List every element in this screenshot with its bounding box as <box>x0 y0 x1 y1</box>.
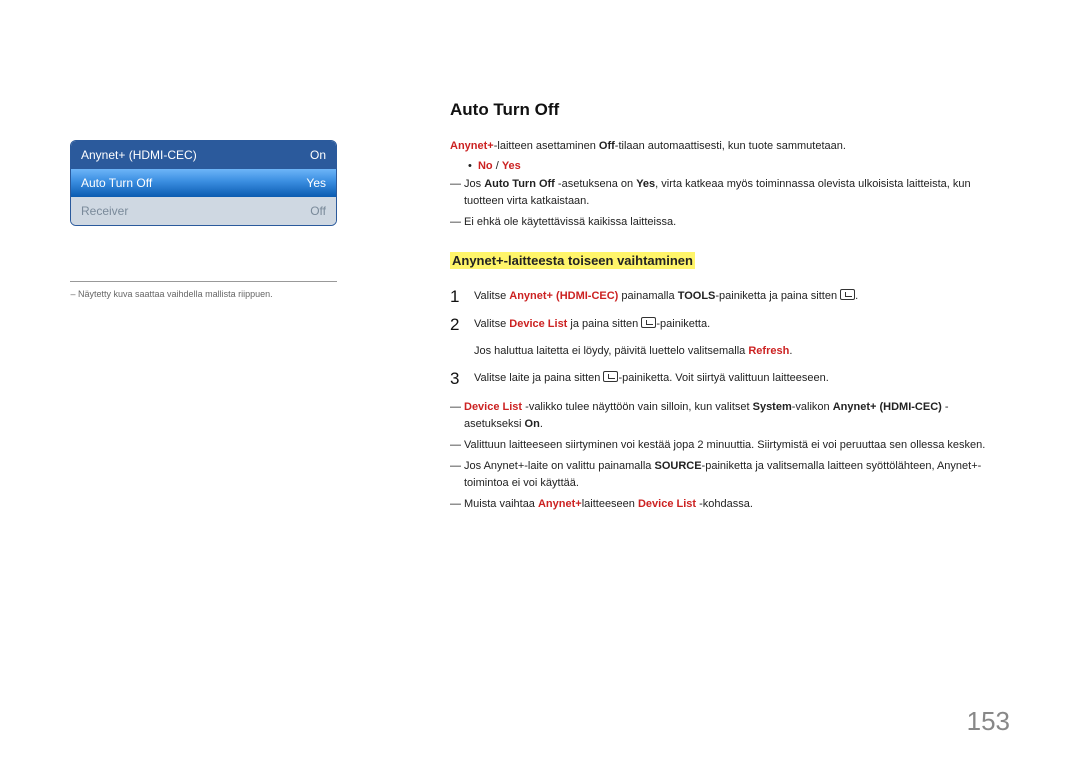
section-heading: Auto Turn Off <box>450 100 1000 120</box>
menu-selected-label: Auto Turn Off <box>81 176 152 190</box>
s2b: Device List <box>509 318 567 330</box>
bullet-sep: / <box>493 160 502 172</box>
document-page: Anynet+ (HDMI-CEC) On Auto Turn Off Yes … <box>0 0 1080 763</box>
f1a: Device List <box>464 401 522 413</box>
s2suba: Jos haluttua laitetta ei löydy, päivitä … <box>474 345 748 357</box>
s1b: Anynet+ (HDMI-CEC) <box>509 290 618 302</box>
s2subc: . <box>789 345 792 357</box>
menu-selected-row[interactable]: Auto Turn Off Yes <box>71 169 336 197</box>
sub-heading: Anynet+-laitteesta toiseen vaihtaminen <box>450 252 695 269</box>
s3a: Valitse laite ja paina sitten <box>474 372 603 384</box>
s3b: -painiketta. Voit siirtyä valittuun lait… <box>618 372 828 384</box>
bullet-no-yes: • No / Yes <box>450 160 1000 172</box>
s1e: -painiketta ja paina sitten <box>715 290 840 302</box>
f4e: -kohdassa. <box>696 498 753 510</box>
step-1: 1 Valitse Anynet+ (HDMI-CEC) painamalla … <box>450 287 1000 307</box>
s1c: painamalla <box>618 290 677 302</box>
s2d: -painiketta. <box>656 318 710 330</box>
n1b: Auto Turn Off <box>484 178 555 190</box>
right-column: Auto Turn Off Anynet+-laitteen asettamin… <box>450 100 1000 516</box>
f1g: On <box>525 418 540 430</box>
step-2: 2 Valitse Device List ja paina sitten -p… <box>450 315 1000 360</box>
step-1-num: 1 <box>450 287 474 307</box>
menu-header-value: On <box>310 148 326 162</box>
divider <box>70 281 337 282</box>
settings-menu: Anynet+ (HDMI-CEC) On Auto Turn Off Yes … <box>70 140 337 226</box>
menu-disabled-label: Receiver <box>81 204 128 218</box>
step-2-body: Valitse Device List ja paina sitten -pai… <box>474 315 1000 360</box>
n1a: Jos <box>464 178 484 190</box>
left-column: Anynet+ (HDMI-CEC) On Auto Turn Off Yes … <box>70 140 337 301</box>
f2: Valittuun laitteeseen siirtyminen voi ke… <box>464 439 985 451</box>
foot-1: ―Device List -valikko tulee näyttöön vai… <box>450 399 1000 434</box>
enter-icon <box>603 371 618 382</box>
menu-header-label: Anynet+ (HDMI-CEC) <box>81 148 197 162</box>
f1d: -valikon <box>792 401 833 413</box>
s2a: Valitse <box>474 318 509 330</box>
s1a: Valitse <box>474 290 509 302</box>
note-line-1: ―Jos Auto Turn Off -asetuksena on Yes, v… <box>450 176 1000 211</box>
f1e: Anynet+ (HDMI-CEC) <box>833 401 942 413</box>
menu-disabled-row: Receiver Off <box>71 197 336 225</box>
note-line-2: ―Ei ehkä ole käytettävissä kaikissa lait… <box>450 214 1000 232</box>
intro-off: Off <box>599 140 615 152</box>
f1c: System <box>753 401 792 413</box>
step-3: 3 Valitse laite ja paina sitten -painike… <box>450 369 1000 389</box>
enter-icon <box>641 317 656 328</box>
step-3-body: Valitse laite ja paina sitten -painikett… <box>474 369 1000 389</box>
f1h: . <box>540 418 543 430</box>
footnotes: ―Device List -valikko tulee näyttöön vai… <box>450 399 1000 514</box>
intro-mid1: -laitteen asettaminen <box>494 140 599 152</box>
intro-line: Anynet+-laitteen asettaminen Off-tilaan … <box>450 138 1000 156</box>
step-1-body: Valitse Anynet+ (HDMI-CEC) painamalla TO… <box>474 287 1000 307</box>
s2c: ja paina sitten <box>567 318 641 330</box>
bullet-yes: Yes <box>502 160 521 172</box>
foot-2: ―Valittuun laitteeseen siirtyminen voi k… <box>450 437 1000 455</box>
bullet-no: No <box>478 160 493 172</box>
f4d: Device List <box>638 498 696 510</box>
left-footnote: –Näytetty kuva saattaa vaihdella mallist… <box>70 288 337 301</box>
menu-header-row: Anynet+ (HDMI-CEC) On <box>71 141 336 169</box>
s1d: TOOLS <box>678 290 716 302</box>
enter-icon <box>840 289 855 300</box>
n1d: Yes <box>636 178 655 190</box>
s2subb: Refresh <box>748 345 789 357</box>
f3a: Jos Anynet+-laite on valittu painamalla <box>464 460 654 472</box>
f1b: -valikko tulee näyttöön vain silloin, ku… <box>522 401 753 413</box>
page-number: 153 <box>967 706 1010 737</box>
s1f: . <box>855 290 858 302</box>
n1c: -asetuksena on <box>555 178 636 190</box>
menu-disabled-value: Off <box>310 204 326 218</box>
step-3-num: 3 <box>450 369 474 389</box>
f3b: SOURCE <box>654 460 701 472</box>
menu-selected-value: Yes <box>306 176 326 190</box>
step-2-num: 2 <box>450 315 474 360</box>
foot-4: ―Muista vaihtaa Anynet+laitteeseen Devic… <box>450 496 1000 514</box>
n2: Ei ehkä ole käytettävissä kaikissa laitt… <box>464 216 676 228</box>
left-footnote-text: Näytetty kuva saattaa vaihdella mallista… <box>78 289 273 299</box>
intro-anynet: Anynet+ <box>450 140 494 152</box>
foot-3: ―Jos Anynet+-laite on valittu painamalla… <box>450 458 1000 493</box>
intro-mid2: -tilaan automaattisesti, kun tuote sammu… <box>615 140 846 152</box>
f4b: Anynet+ <box>538 498 582 510</box>
f4a: Muista vaihtaa <box>464 498 538 510</box>
f4c: laitteeseen <box>582 498 638 510</box>
